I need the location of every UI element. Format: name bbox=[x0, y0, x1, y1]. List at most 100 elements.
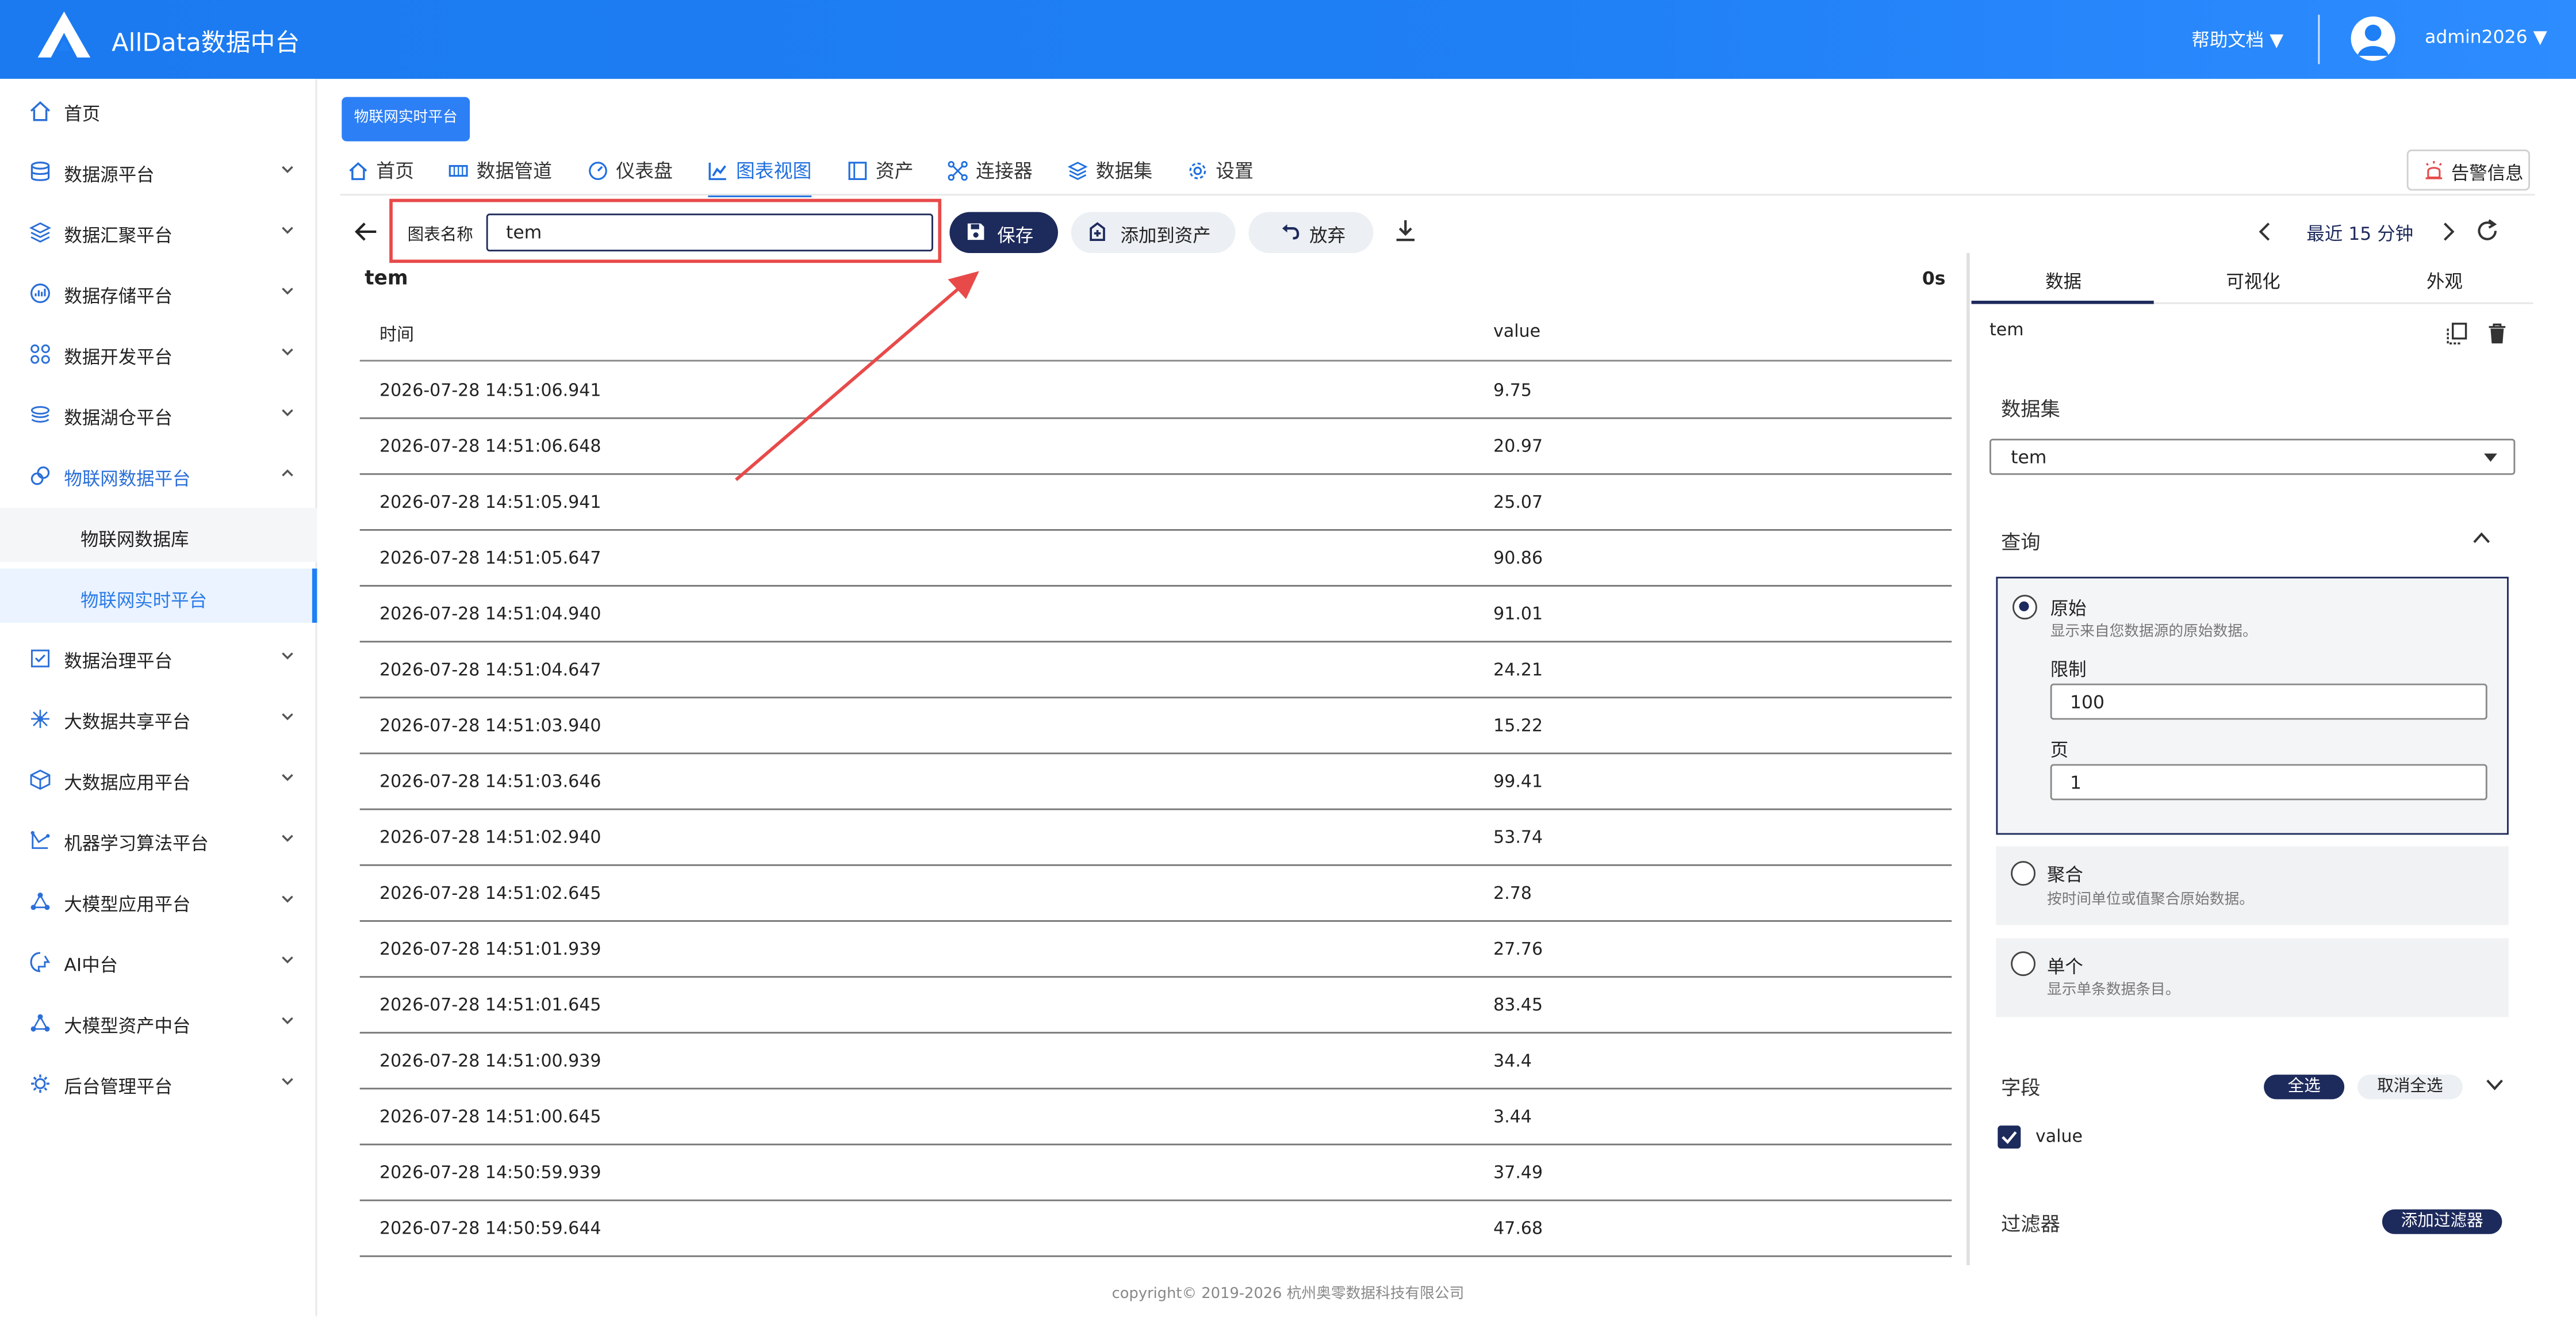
add-filter-button[interactable]: 添加过滤器 bbox=[2382, 1209, 2502, 1234]
column-header-time[interactable]: 时间 bbox=[379, 322, 414, 347]
sidebar-subitem-label: 物联网数据库 bbox=[80, 529, 189, 551]
table-row: 2026-07-28 14:51:01.939 27.76 bbox=[359, 922, 1952, 978]
table-row: 2026-07-28 14:51:04.647 24.21 bbox=[359, 642, 1952, 699]
tab-settings[interactable]: 设置 bbox=[1188, 158, 1254, 194]
chevron-down-icon bbox=[282, 348, 293, 356]
sidebar-item-label: 物联网数据平台 bbox=[64, 468, 191, 490]
sidebar-item-governance[interactable]: 数据治理平台 bbox=[0, 627, 317, 688]
field-label-value: value bbox=[2035, 1127, 2083, 1147]
back-arrow-icon[interactable] bbox=[353, 219, 379, 245]
time-next-icon[interactable] bbox=[2438, 220, 2458, 243]
tab-datasets[interactable]: 数据集 bbox=[1068, 158, 1152, 194]
cell-value: 2.78 bbox=[1493, 884, 1532, 904]
deselect-all-button[interactable]: 取消全选 bbox=[2358, 1074, 2463, 1100]
refresh-icon[interactable] bbox=[2476, 219, 2499, 243]
sidebar-item-ai[interactable]: AI中台 bbox=[0, 932, 317, 993]
sidebar-item-datasource[interactable]: 数据源平台 bbox=[0, 141, 317, 202]
sidebar-item-development[interactable]: 数据开发平台 bbox=[0, 324, 317, 385]
tab-home[interactable]: 首页 bbox=[348, 158, 414, 194]
select-all-button[interactable]: 全选 bbox=[2264, 1074, 2345, 1100]
help-docs-menu[interactable]: 帮助文档 ▼ bbox=[2191, 26, 2283, 53]
chevron-down-icon bbox=[282, 227, 293, 234]
add-to-asset-button[interactable]: 添加到资产 bbox=[1071, 212, 1236, 253]
column-header-value[interactable]: value bbox=[1493, 322, 1540, 342]
chart-icon bbox=[708, 162, 726, 181]
cell-value: 15.22 bbox=[1493, 716, 1543, 736]
tab-dashboard[interactable]: 仪表盘 bbox=[588, 158, 673, 194]
filters-heading: 过滤器 bbox=[2001, 1212, 2060, 1236]
cell-time: 2026-07-28 14:51:01.645 bbox=[379, 996, 601, 1016]
trash-icon[interactable] bbox=[2487, 322, 2507, 345]
sidebar-item-ml[interactable]: 机器学习算法平台 bbox=[0, 810, 317, 871]
discard-button[interactable]: 放弃 bbox=[1248, 212, 1374, 253]
tab-connectors[interactable]: 连接器 bbox=[948, 158, 1033, 194]
cell-time: 2026-07-28 14:51:02.940 bbox=[379, 828, 601, 848]
cell-value: 83.45 bbox=[1493, 996, 1543, 1016]
radio-single[interactable] bbox=[2011, 951, 2035, 977]
chevron-down-icon[interactable] bbox=[2486, 1078, 2504, 1091]
alldata-logo-icon bbox=[37, 12, 91, 58]
tab-chart-view[interactable]: 图表视图 bbox=[708, 158, 812, 197]
chevron-down-icon bbox=[282, 895, 293, 903]
query-option-raw[interactable]: 原始 显示来自您数据源的原始数据。 限制 100 页 1 bbox=[1996, 576, 2509, 835]
query-option-single[interactable]: 单个 显示单条数据条目。 bbox=[1996, 938, 2509, 1017]
iot-icon bbox=[30, 466, 50, 485]
download-icon[interactable] bbox=[1395, 219, 1416, 243]
tab-assets[interactable]: 资产 bbox=[848, 158, 914, 194]
tab-label: 连接器 bbox=[976, 159, 1033, 183]
page-input[interactable]: 1 bbox=[2050, 764, 2487, 801]
time-range-label[interactable]: 最近 15 分钟 bbox=[2306, 220, 2413, 247]
sidebar-item-application[interactable]: 大数据应用平台 bbox=[0, 749, 317, 810]
field-checkbox-value[interactable] bbox=[1998, 1125, 2021, 1149]
sidebar-item-admin[interactable]: 后台管理平台 bbox=[0, 1053, 317, 1114]
cell-time: 2026-07-28 14:51:04.940 bbox=[379, 604, 601, 625]
query-option-aggregate[interactable]: 聚合 按时间单位或值聚合原始数据。 bbox=[1996, 846, 2509, 925]
panel-tab-data[interactable]: 数据 bbox=[2045, 268, 2082, 294]
radio-aggregate[interactable] bbox=[2011, 861, 2035, 886]
avatar[interactable] bbox=[2351, 16, 2395, 61]
sidebar-item-sharing[interactable]: 大数据共享平台 bbox=[0, 688, 317, 749]
cell-time: 2026-07-28 14:51:03.646 bbox=[379, 772, 601, 793]
query-elapsed: 0s bbox=[1922, 267, 1946, 289]
table-row: 2026-07-28 14:51:05.941 25.07 bbox=[359, 475, 1952, 531]
sidebar-item-lakehouse[interactable]: 数据湖仓平台 bbox=[0, 385, 317, 446]
chevron-down-icon bbox=[282, 774, 293, 782]
sidebar-item-llm-assets[interactable]: 大模型资产中台 bbox=[0, 993, 317, 1054]
user-avatar-icon bbox=[2358, 24, 2389, 56]
chart-name-input[interactable] bbox=[486, 213, 933, 252]
sidebar-item-label: 首页 bbox=[64, 104, 101, 125]
option-description: 显示来自您数据源的原始数据。 bbox=[2050, 624, 2257, 641]
alert-info-button[interactable]: 告警信息 bbox=[2406, 150, 2530, 191]
sidebar-item-iot[interactable]: 物联网数据平台 bbox=[0, 445, 317, 506]
sidebar-item-aggregation[interactable]: 数据汇聚平台 bbox=[0, 202, 317, 263]
tab-label: 数据集 bbox=[1095, 159, 1153, 183]
cell-value: 3.44 bbox=[1493, 1107, 1532, 1127]
sidebar-subitem-iot-database[interactable]: 物联网数据库 bbox=[0, 507, 317, 562]
dataset-select[interactable]: tem bbox=[1989, 438, 2516, 475]
platform-chip[interactable]: 物联网实时平台 bbox=[342, 97, 470, 141]
copy-icon[interactable] bbox=[2446, 322, 2467, 345]
tab-label: 数据管道 bbox=[476, 159, 552, 183]
panel-tab-appearance[interactable]: 外观 bbox=[2426, 268, 2463, 294]
table-row: 2026-07-28 14:51:01.645 83.45 bbox=[359, 978, 1952, 1034]
time-prev-icon[interactable] bbox=[2256, 220, 2275, 243]
limit-input[interactable]: 100 bbox=[2050, 683, 2487, 720]
panel-tab-visualization[interactable]: 可视化 bbox=[2226, 268, 2280, 294]
table-row: 2026-07-28 14:51:06.648 20.97 bbox=[359, 419, 1952, 475]
sidebar-item-llm-apps[interactable]: 大模型应用平台 bbox=[0, 871, 317, 932]
sidebar-subitem-iot-realtime[interactable]: 物联网实时平台 bbox=[0, 568, 317, 623]
cell-value: 24.21 bbox=[1493, 660, 1543, 680]
save-label: 保存 bbox=[997, 225, 1034, 247]
cell-value: 53.74 bbox=[1493, 828, 1543, 848]
sidebar-subitem-label: 物联网实时平台 bbox=[80, 589, 207, 611]
sidebar-item-home[interactable]: 首页 bbox=[0, 81, 317, 141]
collapse-icon[interactable] bbox=[2472, 531, 2490, 544]
save-button[interactable]: 保存 bbox=[949, 212, 1058, 253]
table-row: 2026-07-28 14:51:06.941 9.75 bbox=[359, 363, 1952, 419]
cell-time: 2026-07-28 14:51:04.647 bbox=[379, 660, 601, 680]
sidebar-item-storage[interactable]: 数据存储平台 bbox=[0, 263, 317, 324]
cell-value: 91.01 bbox=[1493, 604, 1543, 625]
radio-raw[interactable] bbox=[2012, 595, 2037, 620]
user-menu[interactable]: admin2026 ▼ bbox=[2425, 26, 2547, 48]
tab-pipeline[interactable]: 数据管道 bbox=[448, 158, 552, 194]
